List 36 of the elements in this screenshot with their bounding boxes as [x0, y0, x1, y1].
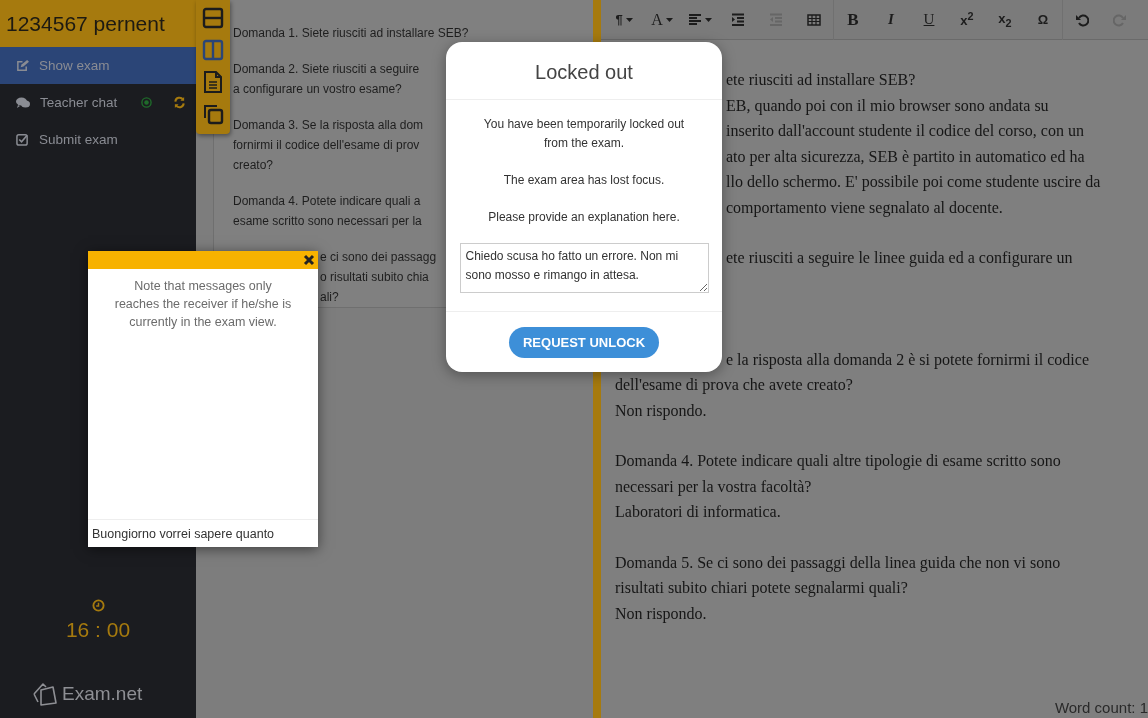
- answer-text: Domanda 4. Potete indicare quali altre tipologie di esame scritto sono: [615, 451, 1061, 472]
- answer-text: comportamento viene segnalato al docente.: [726, 197, 1003, 219]
- answer-text: EB, quando poi con il mio browser sono andata su: [726, 95, 1049, 117]
- answer-text: llo dello schermo. E' possibile poi come studente uscire da: [726, 172, 1101, 193]
- answer-text: dell'esame di prova che avete creato?: [615, 375, 853, 396]
- timer: 16 : 00: [65, 618, 131, 642]
- question-text: creato?: [233, 157, 274, 174]
- question-text: esame scritto sono necessari per la: [233, 213, 422, 230]
- question-text: e ci sono dei passagg: [320, 249, 437, 266]
- question-text: Domanda 2. Siete riusciti a seguire: [233, 61, 420, 78]
- word-count: Word count: 1: [1054, 699, 1148, 716]
- dialog-message: The exam area has lost focus.: [502, 172, 666, 189]
- answer-text: ato per alta sicurezza, SEB è partito in automatico ed ha: [726, 146, 1085, 168]
- answer-text: risultati subito chiari potete segnalarmi quali?: [615, 578, 908, 599]
- dialog-message: You have been temporarily locked out from the exam.: [482, 116, 686, 152]
- answer-text: Non rispondo.: [615, 603, 707, 625]
- logo-text: Exam.net: [62, 683, 143, 705]
- answer-text: Domanda 5. Se ci sono dei passaggi della linea guida che non vi sono: [615, 552, 1061, 574]
- question-text: a configurare un vostro esame?: [233, 81, 402, 98]
- dialog-message: Please provide an explanation here.: [487, 209, 681, 226]
- question-text: Domanda 3. Se la risposta alla dom: [233, 117, 424, 134]
- question-text: Domanda 4. Potete indicare quali a: [233, 193, 421, 210]
- question-text: fornirmi il codice dell'esame di prov: [233, 137, 420, 154]
- answer-text: e la risposta alla domanda 2 è si potete fornirmi il codice: [726, 349, 1089, 371]
- answer-text: ete riusciti a seguire le linee guida ed a configurare un: [726, 248, 1073, 269]
- student-name: 1234567 pernent: [0, 0, 196, 47]
- answer-text: Non rispondo.: [615, 400, 707, 422]
- answer-text: necessari per la vostra facoltà?: [615, 476, 812, 498]
- question-text: o risultati subito chia: [320, 269, 429, 286]
- question-text: ali?: [320, 289, 339, 306]
- answer-text: ete riusciti ad installare SEB?: [726, 70, 916, 90]
- chat-note: Note that messages only reaches the receiver if he/she is currently in the exam view.: [113, 278, 293, 331]
- question-text: Domanda 1. Siete riusciti ad installare SEB?: [233, 25, 469, 42]
- answer-text: Laboratori di informatica.: [615, 502, 781, 522]
- dialog-title: Locked out: [446, 42, 722, 100]
- answer-text: inserito dall'account studente il codice del corso, con un: [726, 121, 1084, 141]
